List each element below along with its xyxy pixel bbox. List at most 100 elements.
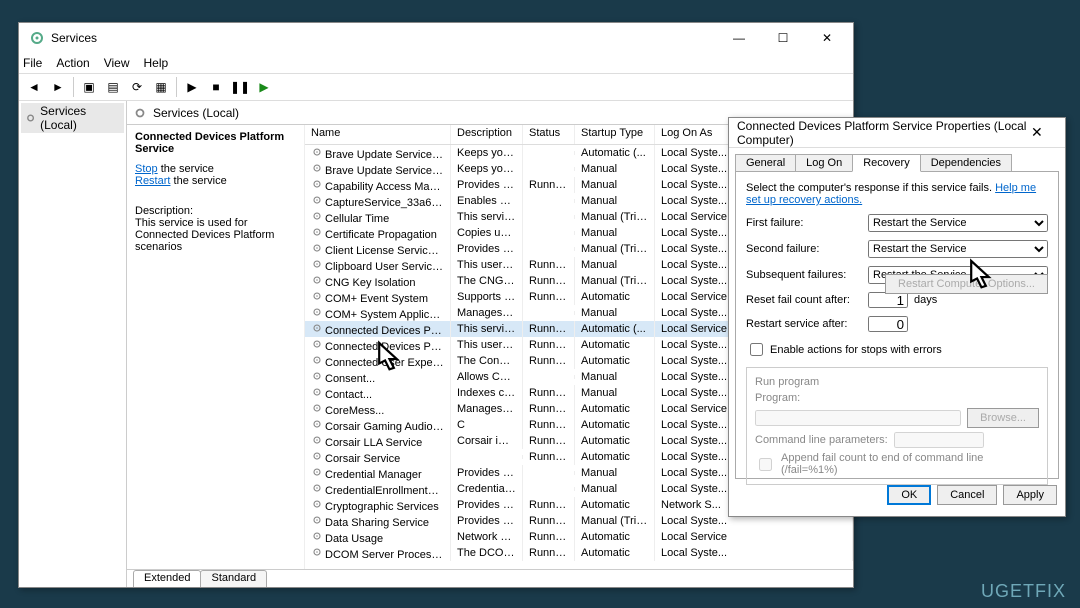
service-row[interactable]: DCOM Server Process Laun...The DCOML...R… [305,545,853,561]
tab-extended[interactable]: Extended [133,570,201,587]
restart-computer-options-button[interactable]: Restart Computer Options... [885,274,1048,294]
gear-icon [311,466,323,478]
gear-icon [311,402,323,414]
close-button[interactable]: ✕ [805,23,849,53]
gear-icon [311,290,323,302]
gear-icon [311,482,323,494]
col-startup[interactable]: Startup Type [575,125,655,144]
cmdline-label: Command line parameters: [755,434,888,446]
pause-button[interactable]: ❚❚ [229,76,251,98]
menu-file[interactable]: File [23,56,42,70]
tab-dependencies[interactable]: Dependencies [920,154,1012,172]
description-text: This service is used for Connected Devic… [135,217,296,253]
append-label: Append fail count to end of command line… [781,452,1039,476]
selected-service-name: Connected Devices Platform Service [135,131,296,155]
gear-icon [311,274,323,286]
first-failure-label: First failure: [746,217,868,229]
tab-general[interactable]: General [735,154,796,172]
col-description[interactable]: Description [451,125,523,144]
gear-icon [311,546,323,558]
gear-icon [311,210,323,222]
restart-after-label: Restart service after: [746,318,868,330]
titlebar[interactable]: Services — ☐ ✕ [19,23,853,53]
start-button[interactable]: ▶ [181,76,203,98]
restart-link[interactable]: Restart [135,175,170,187]
description-label: Description: [135,205,296,217]
gear-icon [311,498,323,510]
run-program-group: Run program Program: Browse... Command l… [746,367,1048,485]
bottom-tabs: Extended Standard [127,569,853,587]
cmdline-input [894,432,984,448]
gear-icon [311,354,323,366]
group-legend: Run program [755,376,819,388]
dialog-tabs: General Log On Recovery Dependencies [729,148,1065,172]
gear-icon [311,370,323,382]
enable-actions-label: Enable actions for stops with errors [770,344,942,356]
gear-icon [311,178,323,190]
gear-icon [311,226,323,238]
dialog-close-button[interactable]: ✕ [1031,124,1061,141]
gear-icon [311,434,323,446]
enable-actions-checkbox[interactable] [750,343,763,356]
forward-button[interactable]: ► [47,76,69,98]
second-failure-select[interactable]: Restart the Service [868,240,1048,258]
gear-icon [311,162,323,174]
subsequent-failures-label: Subsequent failures: [746,269,868,281]
tab-standard[interactable]: Standard [200,570,267,587]
gear-icon [311,322,323,334]
tree-root[interactable]: Services (Local) [21,103,124,133]
gear-icon [311,194,323,206]
first-failure-select[interactable]: Restart the Service [868,214,1048,232]
gear-icon [311,306,323,318]
col-name[interactable]: Name [305,125,451,144]
restart-button[interactable]: ▶ [253,76,275,98]
gear-icon [311,530,323,542]
dialog-titlebar[interactable]: Connected Devices Platform Service Prope… [729,118,1065,148]
tab-recovery[interactable]: Recovery [852,154,920,172]
gear-icon [311,146,323,158]
gear-icon [311,258,323,270]
recovery-panel: Select the computer's response if this s… [735,171,1059,479]
gear-icon [133,106,147,120]
program-input [755,410,961,426]
tree-panel: Services (Local) [19,101,127,587]
second-failure-label: Second failure: [746,243,868,255]
gear-icon [311,242,323,254]
maximize-button[interactable]: ☐ [761,23,805,53]
gear-icon [311,418,323,430]
gear-icon [311,450,323,462]
dialog-title: Connected Devices Platform Service Prope… [737,119,1031,147]
col-status[interactable]: Status [523,125,575,144]
menu-action[interactable]: Action [56,56,89,70]
restart-after-input[interactable] [868,316,908,332]
gear-icon [311,514,323,526]
reset-count-input[interactable] [868,292,908,308]
gear-icon [25,112,36,124]
toolbar: ◄ ► ▣ ▤ ⟳ ▦ ▶ ■ ❚❚ ▶ [19,73,853,101]
reset-count-label: Reset fail count after: [746,294,868,306]
export-button[interactable]: ▤ [102,76,124,98]
hint-text: Select the computer's response if this s… [746,182,1048,206]
gear-icon [311,338,323,350]
gear-icon [311,386,323,398]
content-title: Services (Local) [153,106,239,120]
append-checkbox [759,458,772,471]
stop-button[interactable]: ■ [205,76,227,98]
back-button[interactable]: ◄ [23,76,45,98]
refresh-button[interactable]: ⟳ [126,76,148,98]
minimize-button[interactable]: — [717,23,761,53]
tree-root-label: Services (Local) [40,104,120,132]
menubar: File Action View Help [19,53,853,73]
window-title: Services [51,31,717,45]
watermark: UGETFIX [981,581,1066,602]
ok-button[interactable]: OK [887,485,931,505]
show-hide-button[interactable]: ▣ [78,76,100,98]
cancel-button[interactable]: Cancel [937,485,997,505]
menu-view[interactable]: View [104,56,130,70]
tab-logon[interactable]: Log On [795,154,853,172]
properties-button[interactable]: ▦ [150,76,172,98]
stop-link[interactable]: Stop [135,163,158,175]
properties-dialog: Connected Devices Platform Service Prope… [728,117,1066,517]
menu-help[interactable]: Help [144,56,169,70]
apply-button[interactable]: Apply [1003,485,1057,505]
